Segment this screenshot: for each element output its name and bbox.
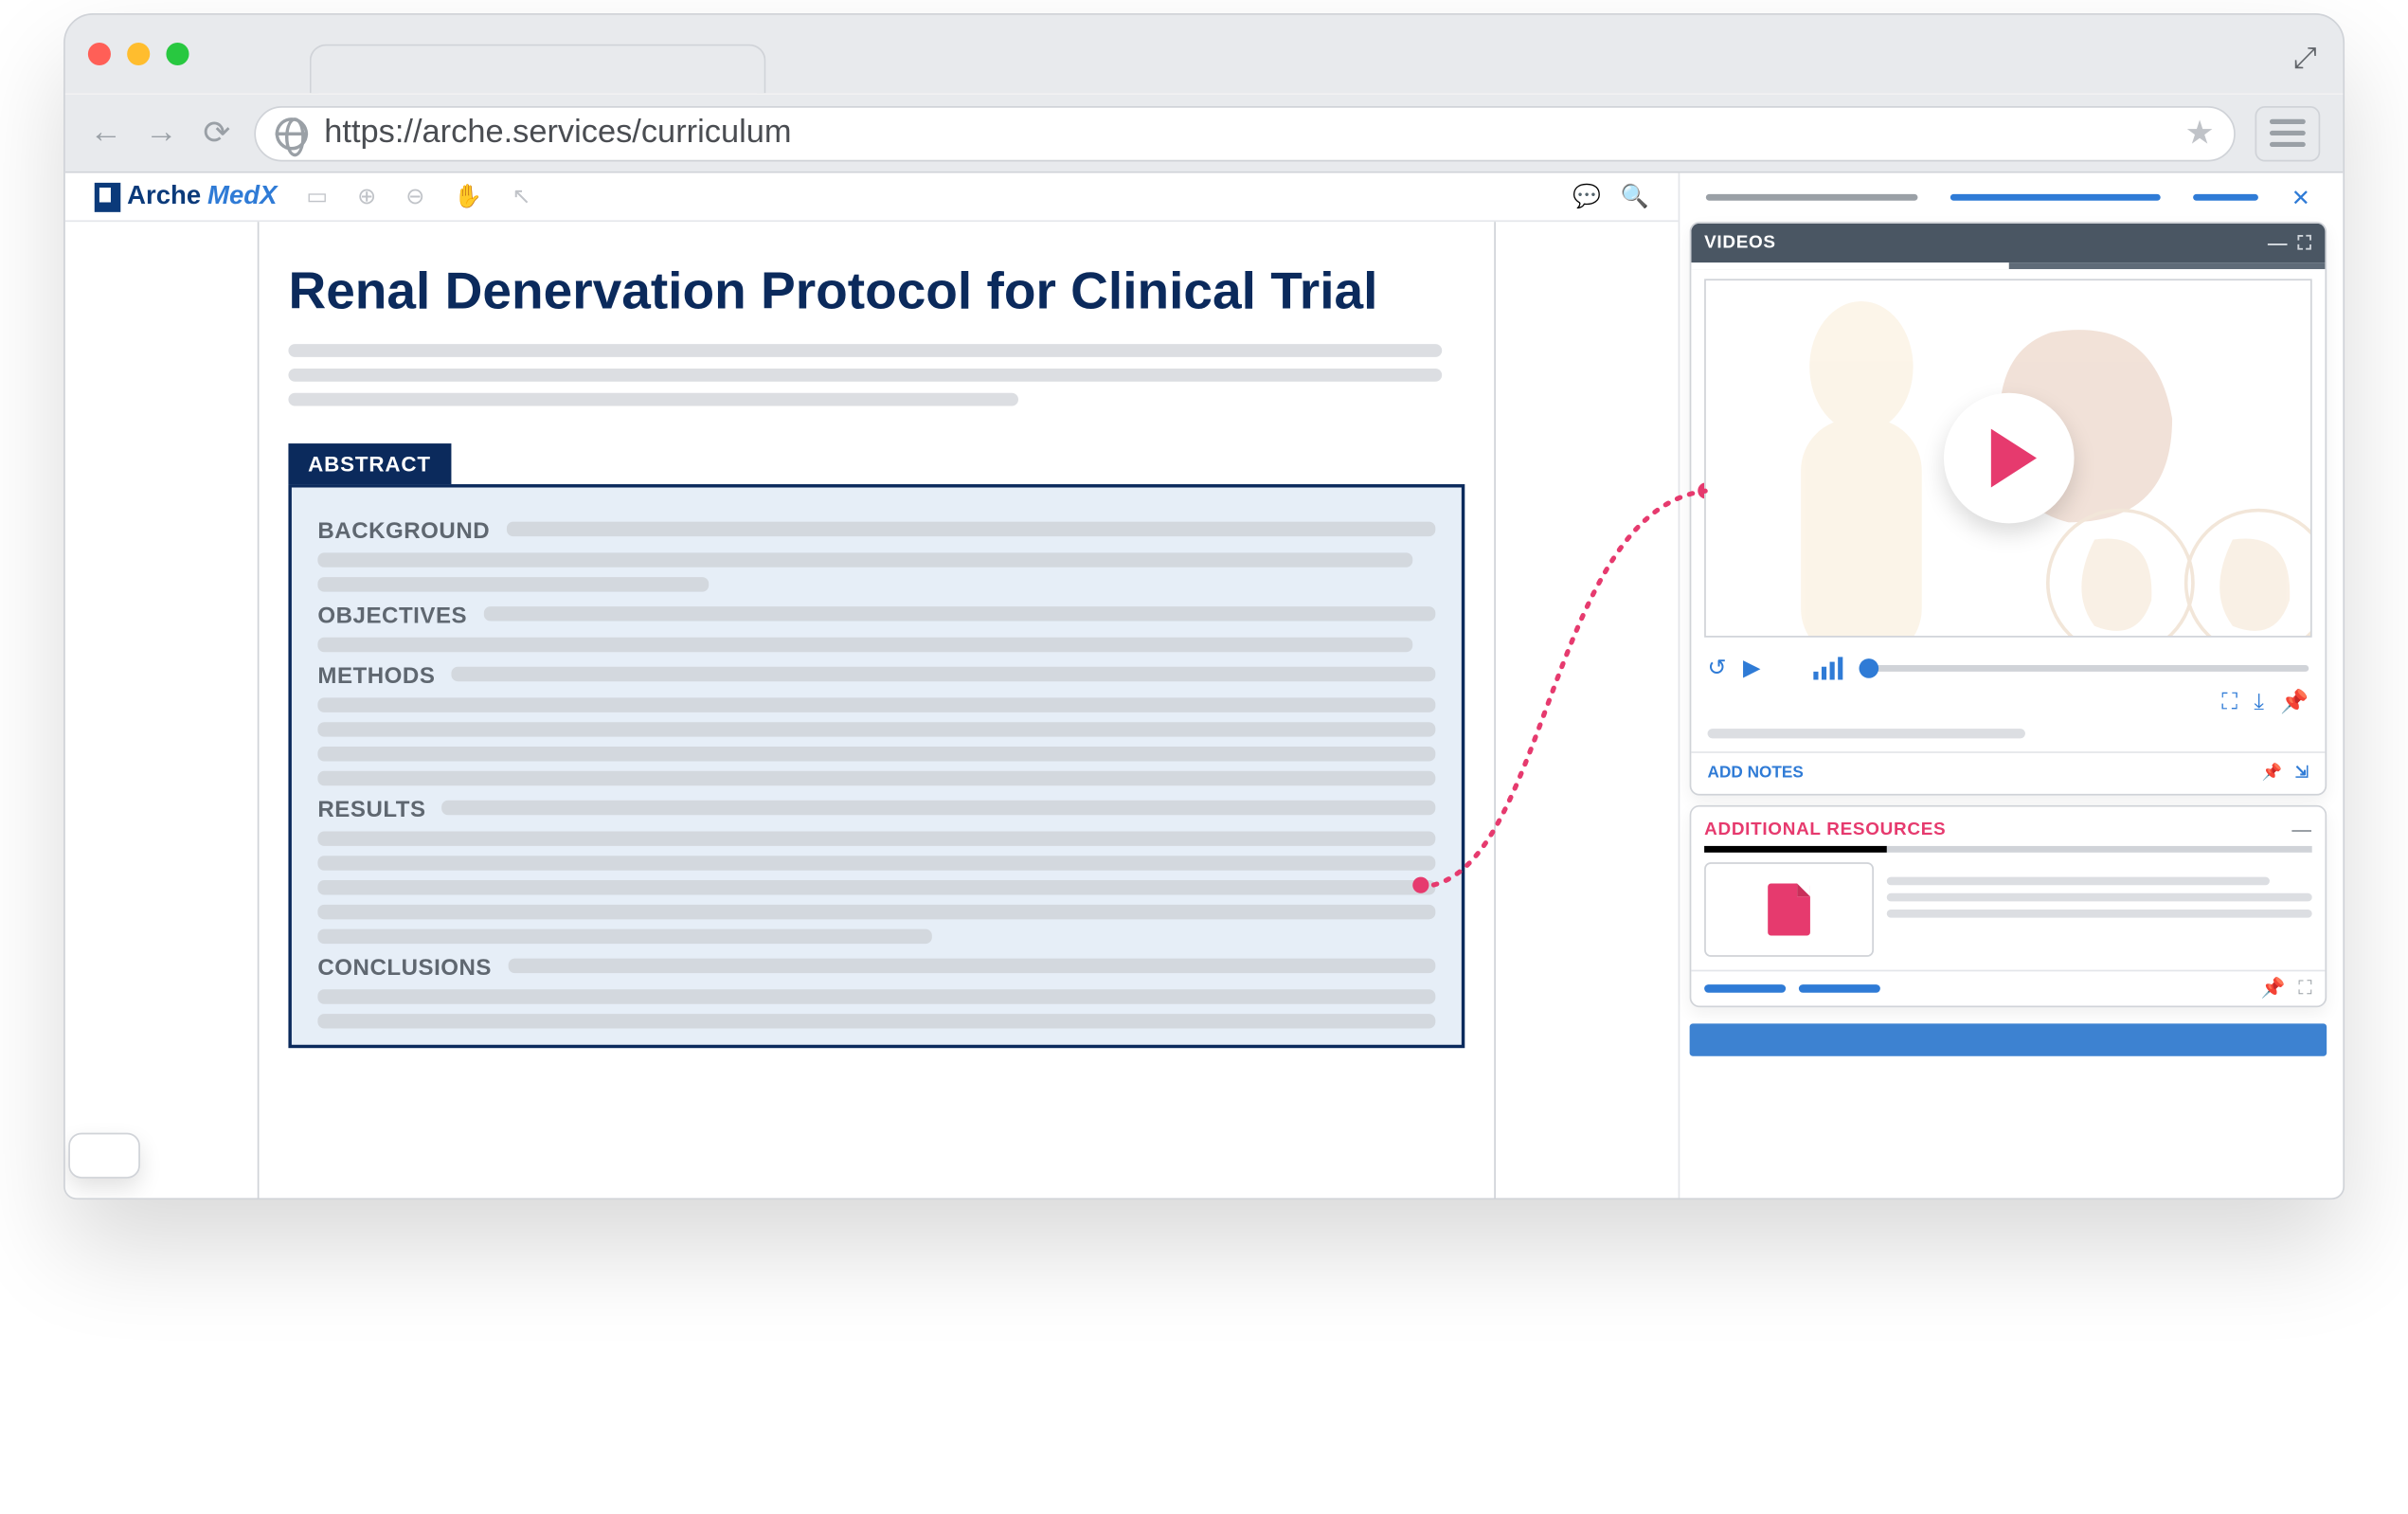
replay-icon[interactable]: ↺ (1708, 654, 1727, 681)
back-icon[interactable]: ← (88, 115, 124, 153)
url-bar[interactable]: https://arche.services/curriculum ★ (254, 105, 2236, 160)
abstract-label: ABSTRACT (288, 443, 450, 484)
floating-chip[interactable] (68, 1133, 140, 1179)
resources-panel: ADDITIONAL RESOURCES — (1690, 805, 2327, 1007)
close-window-icon[interactable] (88, 43, 111, 65)
connector-dot (1412, 877, 1429, 893)
play-icon (1990, 429, 2036, 488)
side-tab-active[interactable] (1950, 194, 2161, 201)
side-tab[interactable] (2194, 194, 2259, 201)
resource-row[interactable] (1691, 862, 2325, 970)
videos-label: VIDEOS (1704, 233, 1776, 253)
resources-label: ADDITIONAL RESOURCES (1704, 820, 1946, 839)
resources-progress (1704, 846, 2312, 853)
browser-tab[interactable] (310, 45, 766, 94)
video-thumbnail[interactable] (1704, 279, 2312, 637)
comment-icon[interactable]: 💬 (1572, 183, 1601, 210)
side-panel: ✕ VIDEOS — ⛶ (1679, 173, 2344, 1199)
document-title: Renal Denervation Protocol for Clinical … (288, 261, 1465, 320)
traffic-lights (88, 43, 189, 65)
page-icon[interactable]: ▭ (306, 183, 328, 210)
globe-icon (276, 117, 308, 149)
collapse-icon[interactable]: ⇲ (2295, 765, 2309, 783)
minimize-window-icon[interactable] (127, 43, 150, 65)
document-area: ArcheMedX ▭ ⊕ ⊖ ✋ ↖ 💬 🔍 Renal Denervatio… (65, 173, 1679, 1199)
resources-footer: 📌 ⛶ (1691, 970, 2325, 1006)
bookmark-star-icon[interactable]: ★ (2185, 113, 2215, 153)
video-actions: ⛶ ⤓ 📌 (1691, 688, 2325, 722)
play-button[interactable] (1943, 393, 2074, 524)
forward-icon[interactable]: → (143, 115, 179, 153)
side-tabs: ✕ (1690, 183, 2327, 212)
pin-icon[interactable]: 📌 (2261, 977, 2286, 1001)
section-objectives: OBJECTIVES (317, 602, 467, 628)
app-logo: ArcheMedX (95, 182, 278, 211)
menu-icon[interactable] (2255, 105, 2320, 160)
minimize-icon[interactable]: — (2291, 819, 2311, 841)
expand-icon[interactable]: ⛶ (2298, 977, 2311, 1001)
window-titlebar: ⤢ (65, 15, 2344, 94)
browser-window: ⤢ ← → ⟳ https://arche.services/curriculu… (63, 13, 2345, 1199)
expand-icon[interactable]: ⤢ (2293, 41, 2317, 75)
abstract-box: BACKGROUND OBJECTIVES METHODS RESULTS CO… (288, 484, 1465, 1048)
logo-text-b: MedX (207, 182, 277, 211)
placeholder-line (288, 344, 1441, 357)
logo-icon (95, 182, 121, 211)
app-toolbar: ArcheMedX ▭ ⊕ ⊖ ✋ ↖ 💬 🔍 (65, 173, 1679, 223)
video-progress[interactable] (1691, 262, 2325, 269)
browser-nav-bar: ← → ⟳ https://arche.services/curriculum … (65, 93, 2344, 171)
resource-thumbnail (1704, 862, 1874, 957)
video-controls: ↺ ▶ (1691, 647, 2325, 688)
volume-icon[interactable] (1813, 657, 1842, 679)
play-icon[interactable]: ▶ (1743, 654, 1761, 681)
add-notes-button[interactable]: ADD NOTES (1708, 765, 1804, 783)
search-icon[interactable]: 🔍 (1621, 183, 1649, 210)
section-methods: METHODS (317, 661, 435, 688)
section-results: RESULTS (317, 795, 425, 821)
maximize-window-icon[interactable] (166, 43, 189, 65)
url-text: https://arche.services/curriculum (324, 115, 791, 153)
zoom-in-icon[interactable]: ⊕ (357, 183, 376, 210)
reload-icon[interactable]: ⟳ (199, 113, 235, 153)
pin-icon[interactable]: 📌 (2262, 765, 2282, 783)
placeholder-line (288, 369, 1441, 382)
document-page: Renal Denervation Protocol for Clinical … (258, 222, 1496, 1199)
section-conclusions: CONCLUSIONS (317, 953, 492, 980)
videos-footer: ADD NOTES 📌 ⇲ (1691, 751, 2325, 794)
cursor-icon[interactable]: ↖ (512, 183, 530, 210)
resource-meta (1887, 862, 2312, 957)
fullscreen-icon[interactable]: ⛶ (2298, 231, 2312, 256)
side-tab[interactable] (1706, 194, 1917, 201)
pdf-icon (1768, 883, 1810, 935)
app-content: ArcheMedX ▭ ⊕ ⊖ ✋ ↖ 💬 🔍 Renal Denervatio… (65, 171, 2344, 1199)
placeholder-line (1708, 729, 2025, 738)
resources-header: ADDITIONAL RESOURCES — (1691, 807, 2325, 846)
close-icon[interactable]: ✕ (2291, 184, 2310, 211)
pin-icon[interactable]: 📌 (2280, 688, 2309, 715)
volume-slider[interactable] (1859, 664, 2309, 671)
hand-icon[interactable]: ✋ (454, 183, 482, 210)
bottom-bar[interactable] (1690, 1023, 2327, 1055)
placeholder-line (288, 392, 1017, 406)
section-background: BACKGROUND (317, 516, 490, 543)
minimize-icon[interactable]: — (2268, 231, 2288, 254)
download-icon[interactable]: ⤓ (2254, 688, 2264, 715)
expand-icon[interactable]: ⛶ (2221, 688, 2237, 715)
zoom-out-icon[interactable]: ⊖ (405, 183, 424, 210)
logo-text-a: Arche (127, 182, 201, 211)
videos-panel: VIDEOS — ⛶ (1690, 222, 2327, 795)
videos-header: VIDEOS — ⛶ (1691, 224, 2325, 262)
